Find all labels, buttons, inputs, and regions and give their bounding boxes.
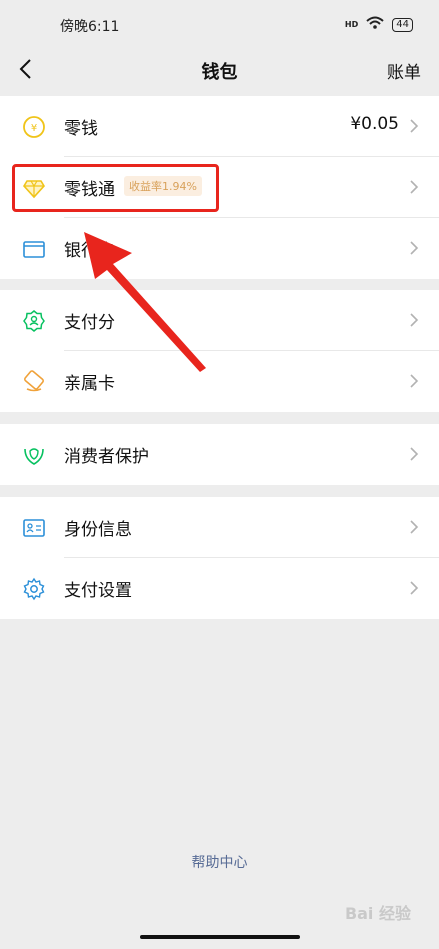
home-indicator[interactable]: [140, 935, 300, 939]
wifi-icon: [366, 16, 384, 33]
chevron-right-icon: [409, 519, 419, 535]
highlight-box: [12, 164, 219, 212]
change-balance: ¥0.05: [350, 114, 399, 134]
chevron-right-icon: [409, 312, 419, 328]
battery-icon: 44: [392, 17, 413, 32]
chevron-right-icon: [409, 373, 419, 389]
nav-bar: 钱包 账单: [0, 48, 439, 92]
chevron-right-icon: [409, 580, 419, 596]
yen-coin-icon: ¥: [22, 115, 46, 139]
identity-info-row[interactable]: 身份信息: [0, 497, 439, 558]
wallet-group-4: 身份信息 支付设置: [0, 497, 439, 619]
chevron-right-icon: [409, 179, 419, 195]
watermark-logo: Bai 经验: [344, 904, 411, 923]
svg-text:¥: ¥: [31, 123, 37, 134]
id-card-icon: [22, 516, 46, 540]
status-time: 傍晚6:11: [60, 19, 120, 35]
bank-card-label: 银行卡: [64, 241, 115, 261]
page-title: 钱包: [201, 62, 238, 83]
consumer-protection-row[interactable]: 消费者保护: [0, 424, 439, 485]
bill-button[interactable]: 账单: [387, 58, 421, 83]
consumer-protection-label: 消费者保护: [64, 447, 149, 467]
bank-card-row[interactable]: 银行卡: [0, 218, 439, 279]
score-badge-icon: [22, 309, 46, 333]
chevron-right-icon: [409, 446, 419, 462]
shield-hands-icon: [22, 443, 46, 467]
signal-icon: HD: [344, 20, 359, 29]
wallet-group-2: 支付分 亲属卡: [0, 290, 439, 412]
family-card-row[interactable]: 亲属卡: [0, 351, 439, 412]
chevron-right-icon: [409, 118, 419, 134]
payment-score-row[interactable]: 支付分: [0, 290, 439, 351]
status-icons: HD 44: [345, 16, 413, 33]
family-card-icon: [22, 370, 46, 394]
payment-score-label: 支付分: [64, 313, 115, 333]
change-label: 零钱: [64, 119, 98, 139]
wallet-group-3: 消费者保护: [0, 424, 439, 485]
payment-settings-row[interactable]: 支付设置: [0, 558, 439, 619]
help-center-link[interactable]: 帮助中心: [0, 852, 439, 872]
payment-settings-label: 支付设置: [64, 581, 132, 601]
chevron-right-icon: [409, 240, 419, 256]
family-card-label: 亲属卡: [64, 374, 115, 394]
bank-card-icon: [22, 237, 46, 261]
change-row[interactable]: ¥ 零钱 ¥0.05: [0, 96, 439, 157]
gear-icon: [22, 577, 46, 601]
status-bar: 傍晚6:11 HD 44: [0, 0, 439, 48]
identity-info-label: 身份信息: [64, 520, 132, 540]
